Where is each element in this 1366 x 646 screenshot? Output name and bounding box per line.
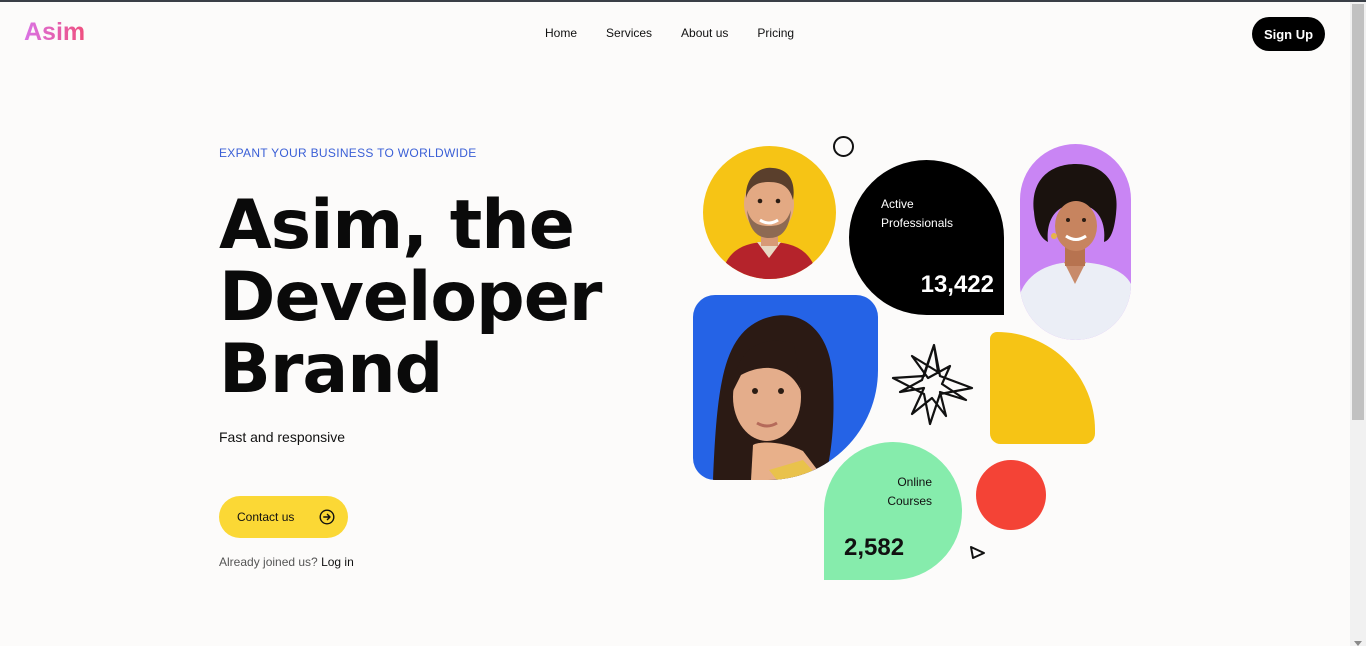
headline-line-3: Brand bbox=[219, 330, 443, 409]
login-prompt: Already joined us? Log in bbox=[219, 555, 354, 569]
main-nav: Home Services About us Pricing bbox=[545, 26, 823, 40]
scroll-down-arrow-icon[interactable] bbox=[1354, 641, 1362, 646]
login-prompt-text: Already joined us? bbox=[219, 555, 318, 569]
triangle-outline-icon bbox=[970, 546, 985, 559]
hero-headline: Asim, the Developer Brand bbox=[219, 190, 619, 406]
page-scrollbar[interactable] bbox=[1350, 2, 1366, 646]
professionals-label: Active Professionals bbox=[881, 195, 953, 233]
professionals-label-line-1: Active bbox=[881, 197, 914, 211]
courses-label-line-2: Courses bbox=[887, 494, 932, 508]
stat-card-professionals: Active Professionals 13,422 bbox=[849, 160, 1004, 315]
circle-outline-icon bbox=[833, 136, 854, 157]
courses-count: 2,582 bbox=[844, 534, 905, 561]
decor-quarter-shape bbox=[990, 332, 1095, 444]
nav-services[interactable]: Services bbox=[606, 26, 652, 40]
arrow-right-circle-icon bbox=[319, 509, 335, 525]
headline-line-2: Developer bbox=[219, 258, 602, 337]
hero-subtitle: Fast and responsive bbox=[219, 429, 346, 445]
portrait-woman-brunette bbox=[693, 295, 878, 480]
professionals-count: 13,422 bbox=[920, 271, 994, 298]
logo[interactable]: Asim bbox=[24, 18, 85, 47]
professionals-label-line-2: Professionals bbox=[881, 216, 954, 230]
sign-up-button[interactable]: Sign Up bbox=[1252, 17, 1325, 51]
hero-tagline: EXPANT YOUR BUSINESS TO WORLDWIDE bbox=[219, 146, 477, 160]
hero-illustration: Active Professionals 13,422 Online Cours… bbox=[0, 2, 1366, 646]
nav-pricing[interactable]: Pricing bbox=[757, 26, 794, 40]
login-link[interactable]: Log in bbox=[321, 555, 354, 569]
sparkle-star-icon bbox=[891, 343, 974, 426]
portrait-woman-curly bbox=[1020, 144, 1131, 340]
contact-us-button[interactable]: Contact us bbox=[219, 496, 348, 538]
nav-home[interactable]: Home bbox=[545, 26, 577, 40]
headline-line-1: Asim, the bbox=[219, 186, 575, 265]
portrait-man bbox=[703, 146, 836, 279]
nav-about-us[interactable]: About us bbox=[681, 26, 728, 40]
contact-us-label: Contact us bbox=[237, 510, 295, 524]
courses-label-line-1: Online bbox=[897, 475, 932, 489]
decor-red-circle bbox=[976, 460, 1046, 530]
stat-card-courses: Online Courses 2,582 bbox=[824, 442, 962, 580]
scrollbar-thumb[interactable] bbox=[1352, 4, 1364, 420]
courses-label: Online Courses bbox=[887, 473, 932, 511]
